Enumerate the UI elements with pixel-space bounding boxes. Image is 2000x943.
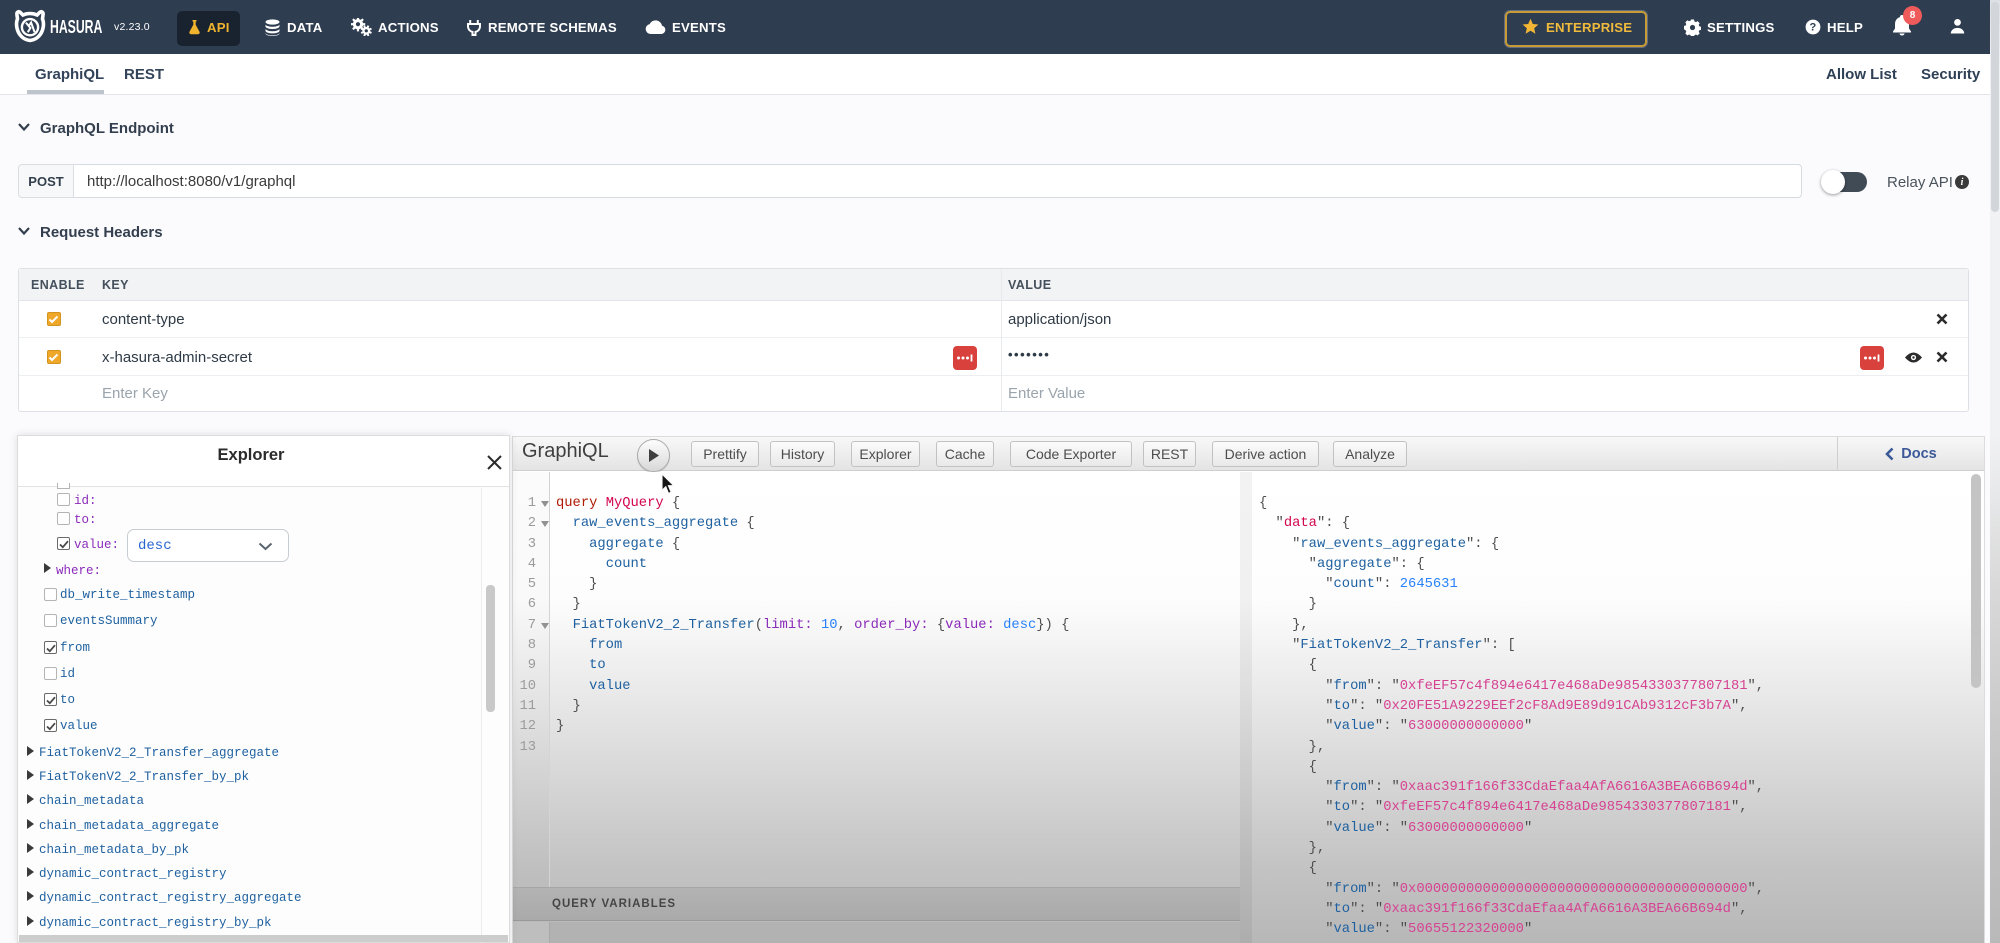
svg-text:?: ?: [1810, 22, 1817, 34]
